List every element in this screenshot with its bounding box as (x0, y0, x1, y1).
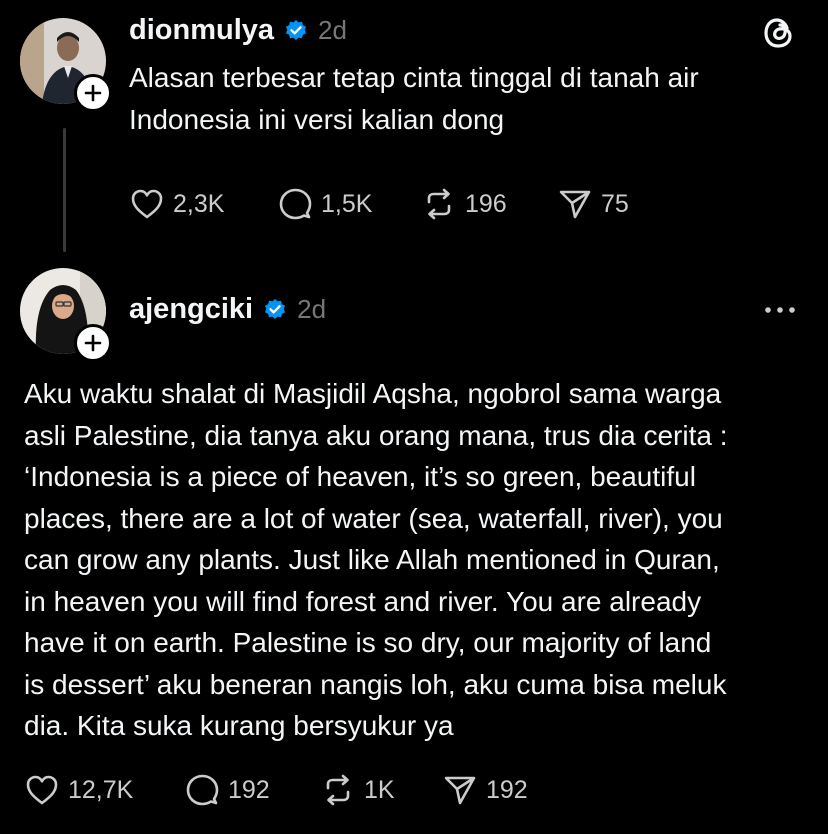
text-line: have it on earth. Palestine is so dry, o… (24, 627, 712, 658)
post-time: 2d (297, 294, 327, 324)
plus-icon (84, 334, 102, 352)
thread-connector-line (63, 128, 66, 252)
speech-bubble-icon (279, 188, 312, 220)
repost-button[interactable]: 1K (320, 772, 442, 808)
text-line: Alasan terbesar tetap cinta tinggal di t… (129, 62, 699, 93)
more-horizontal-icon[interactable] (762, 298, 798, 327)
post-time: 2d (318, 15, 347, 45)
reply-button[interactable]: 1,5K (277, 186, 421, 222)
post-actions: 2,3K 1,5K 196 75 (129, 186, 629, 222)
text-line: ‘Indonesia is a piece of heaven, it’s so… (24, 461, 696, 492)
post-header: dionmulya 2d (129, 14, 347, 47)
paper-plane-icon (444, 776, 476, 805)
follow-button[interactable] (74, 324, 112, 362)
post-text: Aku waktu shalat di Masjidil Aqsha, ngob… (24, 373, 824, 747)
username[interactable]: ajengciki (129, 293, 253, 326)
reply-count: 192 (228, 775, 270, 804)
share-count: 192 (486, 775, 528, 804)
repost-count: 196 (465, 189, 507, 218)
reply-count: 1,5K (321, 189, 373, 218)
post-header: ajengciki 2d (129, 293, 326, 326)
text-line: dia. Kita suka kurang bersyukur ya (24, 710, 454, 741)
verified-badge-icon (284, 19, 308, 43)
reply-button[interactable]: 192 (184, 772, 320, 808)
plus-icon (84, 84, 102, 102)
follow-button[interactable] (74, 74, 112, 112)
verified-badge-icon (263, 298, 287, 322)
text-line: Indonesia ini versi kalian dong (129, 103, 505, 135)
share-button[interactable]: 75 (557, 186, 629, 222)
like-button[interactable]: 2,3K (129, 186, 277, 222)
repost-button[interactable]: 196 (421, 186, 557, 222)
post-actions: 12,7K 192 1K 192 (24, 772, 528, 808)
text-line: places, there are a lot of water (sea, w… (24, 502, 723, 534)
threads-logo-icon[interactable] (760, 14, 798, 57)
heart-icon (131, 189, 163, 219)
post-text: Alasan terbesar tetap cinta tinggal di t… (129, 57, 809, 140)
repost-icon (326, 774, 350, 806)
share-count: 75 (601, 189, 629, 218)
text-line: is dessert’ aku beneran nangis loh, aku … (24, 668, 727, 700)
threads-conversation: dionmulya 2d Alasan terbesar tetap cinta… (0, 0, 828, 834)
repost-count: 1K (364, 775, 395, 804)
username[interactable]: dionmulya (129, 14, 274, 47)
text-line: Aku waktu shalat di Masjidil Aqsha, ngob… (24, 378, 722, 409)
share-button[interactable]: 192 (442, 772, 528, 808)
repost-icon (427, 188, 451, 220)
speech-bubble-icon (186, 774, 219, 806)
text-line: can grow any plants. Just like Allah men… (24, 544, 720, 575)
like-button[interactable]: 12,7K (24, 772, 184, 808)
like-count: 12,7K (68, 775, 134, 804)
like-count: 2,3K (173, 189, 225, 218)
heart-icon (26, 775, 58, 805)
text-line: asli Palestine, dia tanya aku orang mana… (24, 419, 728, 451)
text-line: in heaven you will find forest and river… (24, 585, 702, 617)
paper-plane-icon (559, 190, 591, 219)
